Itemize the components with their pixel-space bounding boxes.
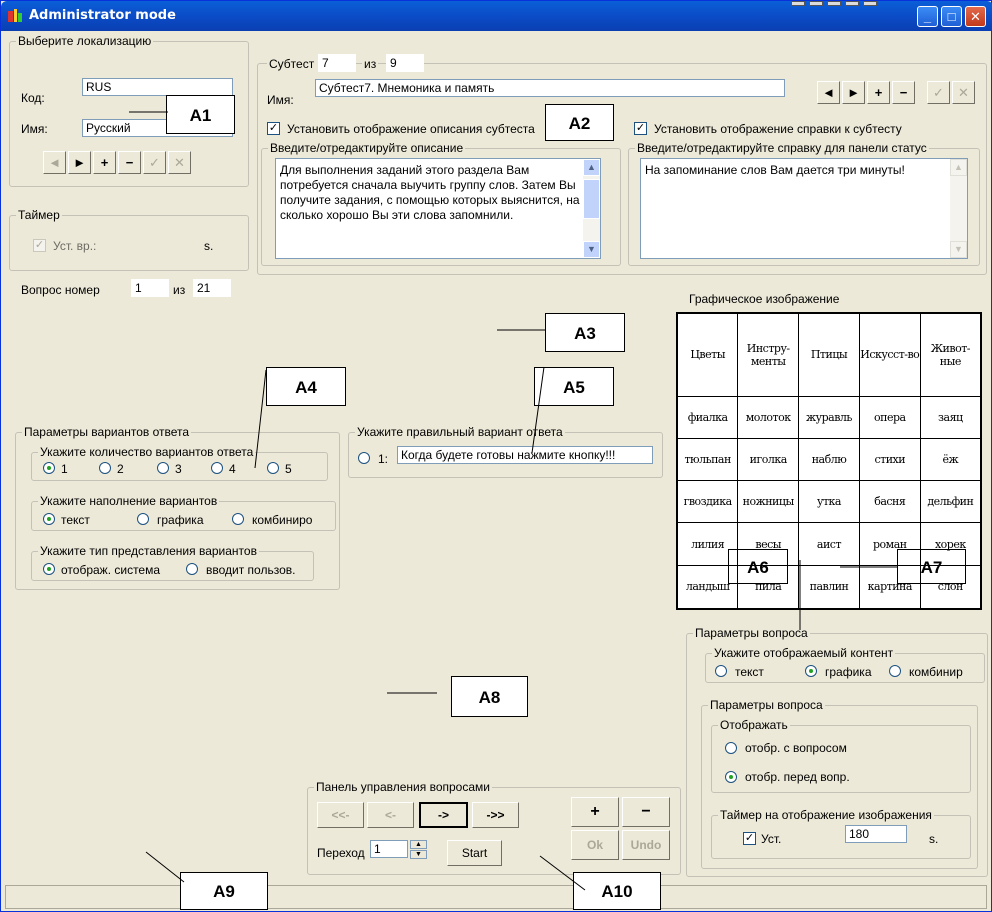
annotation-pointer-lines [129,111,897,891]
a9-pointer [145,851,185,883]
a4-pointer [254,369,267,469]
a10-pointer [539,855,586,891]
a5-pointer [531,366,545,454]
